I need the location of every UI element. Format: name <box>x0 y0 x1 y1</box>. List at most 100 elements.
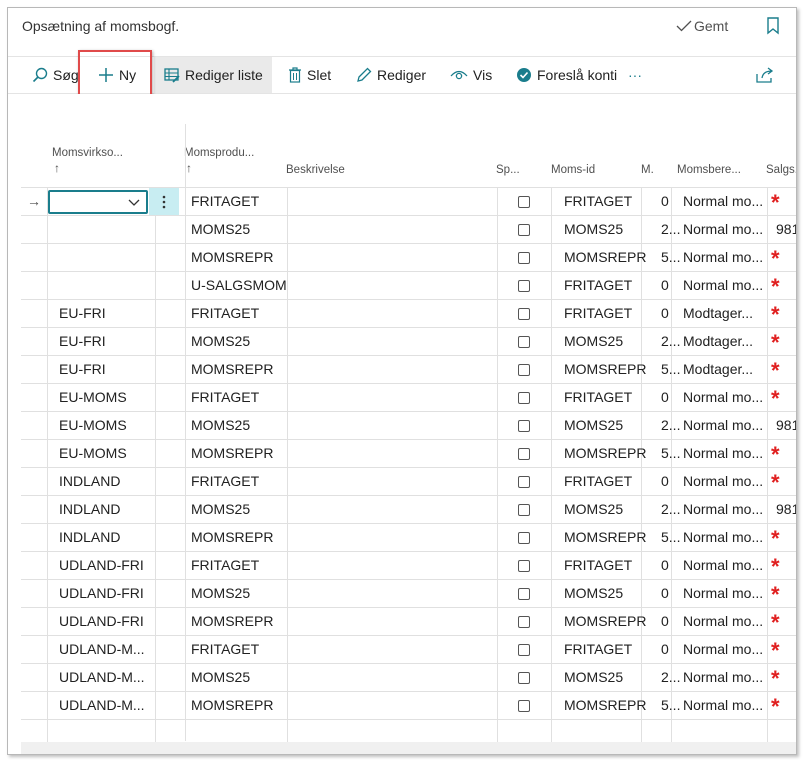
cell-bus[interactable]: EU-FRI <box>59 300 155 327</box>
blocked-checkbox[interactable] <box>518 224 530 236</box>
cell-desc[interactable] <box>299 384 499 411</box>
cell-vat-id[interactable]: FRITAGET <box>564 384 646 411</box>
cell-vat-id[interactable]: MOMSREPR <box>564 244 646 271</box>
blocked-checkbox[interactable] <box>518 448 530 460</box>
table-row[interactable]: MOMSREPR MOMSREPR 5... Normal mo... * <box>21 243 796 271</box>
blocked-checkbox[interactable] <box>518 336 530 348</box>
cell-vat-id[interactable]: MOMSREPR <box>564 608 646 635</box>
cell-vat-id[interactable]: MOMS25 <box>564 328 646 355</box>
cell-vat-id[interactable]: MOMS25 <box>564 216 646 243</box>
cell-prod[interactable]: MOMS25 <box>191 216 291 243</box>
cell-desc[interactable] <box>299 468 499 495</box>
edit-list-button[interactable]: Rediger liste <box>154 57 272 93</box>
table-row[interactable]: UDLAND-FRI MOMSREPR MOMSREPR 0 Normal mo... * <box>21 607 796 635</box>
cell-bus[interactable]: UDLAND-FRI <box>59 580 155 607</box>
cell-prod[interactable]: MOMS25 <box>191 580 291 607</box>
cell-desc[interactable] <box>299 608 499 635</box>
blocked-checkbox[interactable] <box>518 420 530 432</box>
blocked-checkbox[interactable] <box>518 280 530 292</box>
cell-desc[interactable] <box>299 412 499 439</box>
cell-calc[interactable]: Normal mo... <box>683 272 769 299</box>
cell-sales[interactable]: 9810 <box>776 496 796 523</box>
cell-calc[interactable]: Normal mo... <box>683 580 769 607</box>
blocked-checkbox[interactable] <box>518 532 530 544</box>
cell-desc[interactable] <box>299 496 499 523</box>
cell-calc[interactable]: Normal mo... <box>683 608 769 635</box>
cell-calc[interactable]: Normal mo... <box>683 692 769 719</box>
blocked-checkbox[interactable] <box>518 364 530 376</box>
cell-prod[interactable]: MOMSREPR <box>191 440 291 467</box>
cell-calc[interactable]: Normal mo... <box>683 244 769 271</box>
cell-vat-id[interactable]: MOMSREPR <box>564 440 646 467</box>
cell-calc[interactable]: Normal mo... <box>683 412 769 439</box>
cell-pct[interactable]: 5... <box>661 244 681 271</box>
view-button[interactable]: Vis <box>442 57 500 93</box>
blocked-checkbox[interactable] <box>518 560 530 572</box>
cell-calc[interactable]: Normal mo... <box>683 664 769 691</box>
cell-pct[interactable]: 0 <box>661 608 681 635</box>
cell-bus[interactable]: EU-MOMS <box>59 384 155 411</box>
cell-calc[interactable]: Normal mo... <box>683 188 769 215</box>
cell-desc[interactable] <box>299 664 499 691</box>
blocked-checkbox[interactable] <box>518 196 530 208</box>
cell-bus[interactable]: EU-FRI <box>59 356 155 383</box>
cell-calc[interactable]: Normal mo... <box>683 468 769 495</box>
table-row[interactable]: U-SALGSMOM FRITAGET 0 Normal mo... * <box>21 271 796 299</box>
table-row[interactable]: EU-FRI FRITAGET FRITAGET 0 Modtager... * <box>21 299 796 327</box>
cell-pct[interactable]: 5... <box>661 440 681 467</box>
cell-prod[interactable]: MOMS25 <box>191 664 291 691</box>
cell-bus[interactable]: EU-MOMS <box>59 412 155 439</box>
cell-desc[interactable] <box>299 636 499 663</box>
cell-bus[interactable] <box>59 244 155 271</box>
cell-pct[interactable]: 2... <box>661 496 681 523</box>
search-button[interactable]: Søg <box>18 57 80 93</box>
cell-vat-id[interactable]: MOMSREPR <box>564 356 646 383</box>
cell-pct[interactable]: 2... <box>661 664 681 691</box>
cell-bus[interactable]: UDLAND-FRI <box>59 608 155 635</box>
cell-desc[interactable] <box>299 272 499 299</box>
cell-vat-id[interactable]: FRITAGET <box>564 188 646 215</box>
cell-prod[interactable]: FRITAGET <box>191 552 291 579</box>
cell-prod[interactable]: MOMSREPR <box>191 244 291 271</box>
blocked-checkbox[interactable] <box>518 644 530 656</box>
cell-pct[interactable]: 5... <box>661 692 681 719</box>
table-row[interactable]: INDLAND MOMSREPR MOMSREPR 5... Normal mo... * <box>21 523 796 551</box>
new-button[interactable]: Ny <box>88 57 150 93</box>
cell-bus[interactable] <box>59 272 155 299</box>
cell-calc[interactable]: Modtager... <box>683 300 769 327</box>
table-row[interactable]: INDLAND MOMS25 MOMS25 2...Normal mo... 9810 <box>21 495 796 523</box>
col-header-vat-id[interactable]: Moms-id <box>551 164 631 176</box>
cell-vat-id[interactable]: MOMS25 <box>564 664 646 691</box>
table-row[interactable]: EU-FRI MOMSREPR MOMSREPR 5... Modtager... * <box>21 355 796 383</box>
cell-vat-id[interactable]: MOMSREPR <box>564 692 646 719</box>
blocked-checkbox[interactable] <box>518 588 530 600</box>
cell-desc[interactable] <box>299 692 499 719</box>
cell-prod[interactable]: MOMSREPR <box>191 356 291 383</box>
cell-desc[interactable] <box>299 580 499 607</box>
cell-desc[interactable] <box>299 188 499 215</box>
cell-bus[interactable]: EU-MOMS <box>59 440 155 467</box>
cell-prod[interactable]: U-SALGSMOM <box>191 272 291 299</box>
cell-prod[interactable]: FRITAGET <box>191 468 291 495</box>
cell-vat-id[interactable]: FRITAGET <box>564 300 646 327</box>
table-row[interactable]: UDLAND-FRI FRITAGET FRITAGET 0 Normal mo... * <box>21 551 796 579</box>
table-row[interactable]: UDLAND-FRI MOMS25 MOMS25 0 Normal mo... * <box>21 579 796 607</box>
table-row[interactable]: EU-FRI MOMS25 MOMS25 2... Modtager... * <box>21 327 796 355</box>
blocked-checkbox[interactable] <box>518 476 530 488</box>
bus-group-dropdown-input[interactable] <box>48 190 148 214</box>
cell-prod[interactable]: MOMS25 <box>191 412 291 439</box>
table-row[interactable]: UDLAND-M... MOMS25 MOMS25 2... Normal mo... * <box>21 663 796 691</box>
cell-sales[interactable]: 9810 <box>776 216 796 243</box>
col-header-description[interactable]: Beskrivelse <box>286 164 486 176</box>
blocked-checkbox[interactable] <box>518 308 530 320</box>
table-row[interactable]: MOMS25 MOMS25 2...Normal mo... 9810 <box>21 215 796 243</box>
cell-prod[interactable]: FRITAGET <box>191 188 291 215</box>
cell-pct[interactable]: 0 <box>661 468 681 495</box>
cell-pct[interactable]: 0 <box>661 188 681 215</box>
cell-pct[interactable]: 5... <box>661 356 681 383</box>
cell-bus[interactable]: INDLAND <box>59 468 155 495</box>
cell-desc[interactable] <box>299 300 499 327</box>
col-header-bus-group[interactable]: Momsvirkso... <box>52 147 148 159</box>
cell-vat-id[interactable]: MOMSREPR <box>564 524 646 551</box>
cell-bus[interactable]: INDLAND <box>59 524 155 551</box>
